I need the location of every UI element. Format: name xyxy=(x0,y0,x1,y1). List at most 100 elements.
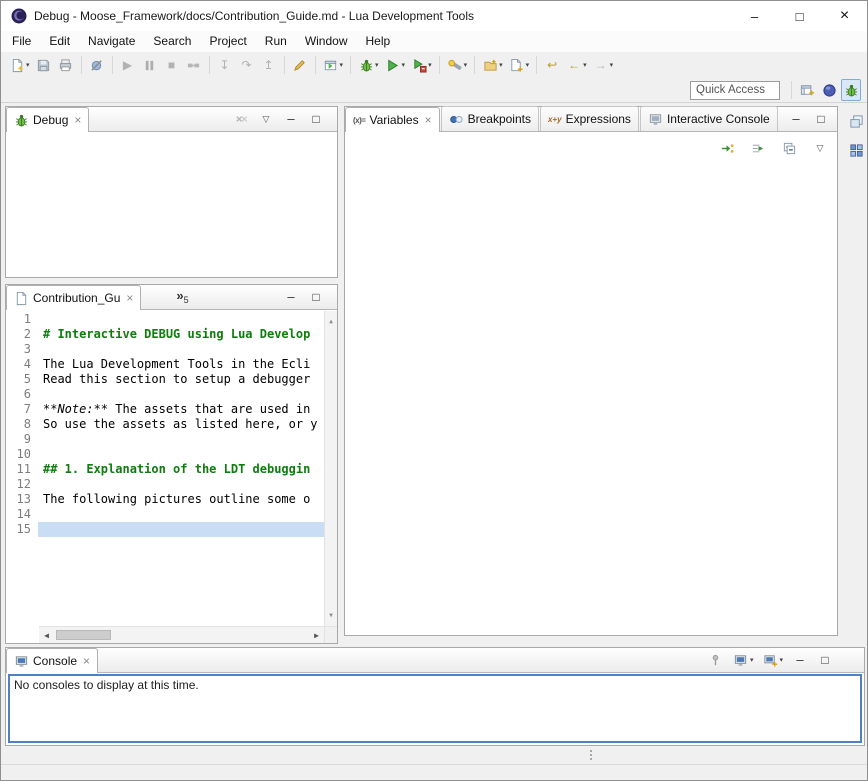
menu-search[interactable]: Search xyxy=(144,31,200,52)
scroll-down-icon[interactable]: ▼ xyxy=(329,605,333,626)
open-console-button[interactable]: ▾ xyxy=(760,649,785,671)
code-text[interactable] xyxy=(38,432,324,447)
print-button[interactable] xyxy=(56,54,76,76)
disconnect-button[interactable] xyxy=(184,54,204,76)
minimize-button[interactable]: – xyxy=(732,1,777,31)
last-edit-location-button[interactable]: ↩ xyxy=(542,54,562,76)
dropdown-arrow-icon[interactable]: ▾ xyxy=(464,61,468,69)
tab-interactive-console[interactable]: Interactive Console xyxy=(640,106,778,131)
dropdown-arrow-icon[interactable]: ▾ xyxy=(610,61,614,69)
menu-help[interactable]: Help xyxy=(357,31,400,52)
view-menu-button[interactable]: ▽ xyxy=(256,108,276,130)
tab-contribution-guide[interactable]: Contribution_Gu × xyxy=(6,285,141,310)
minimize-button[interactable]: – xyxy=(281,286,301,308)
skip-all-breakpoints-button[interactable] xyxy=(87,54,107,76)
step-return-button[interactable]: ↥ xyxy=(259,54,279,76)
code-text[interactable] xyxy=(38,387,324,402)
splitter-handle[interactable] xyxy=(590,750,592,760)
code-text[interactable]: # Interactive DEBUG using Lua Develop xyxy=(38,327,324,342)
lua-perspective-button[interactable] xyxy=(819,79,839,101)
dropdown-arrow-icon[interactable]: ▾ xyxy=(340,61,344,69)
code-editor[interactable]: 12# Interactive DEBUG using Lua Develop3… xyxy=(6,311,337,643)
new-lua-project-button[interactable]: ▾ xyxy=(480,54,505,76)
tab-variables[interactable]: (x)=Variables× xyxy=(345,107,440,132)
dropdown-arrow-icon[interactable]: ▾ xyxy=(26,61,30,69)
maximize-button[interactable]: □ xyxy=(306,286,326,308)
scroll-left-icon[interactable]: ◀ xyxy=(39,628,54,643)
vertical-scrollbar[interactable]: ▲ ▼ xyxy=(324,311,337,626)
tab-debug[interactable]: Debug × xyxy=(6,107,89,132)
forward-button[interactable]: →▾ xyxy=(591,54,616,76)
debug-button[interactable]: ▾ xyxy=(356,54,381,76)
show-logical-structure-button[interactable] xyxy=(717,137,737,159)
code-text[interactable]: ## 1. Explanation of the LDT debuggin xyxy=(38,462,324,477)
new-lua-file-button[interactable]: ▾ xyxy=(507,54,532,76)
code-text[interactable]: So use the assets as listed here, or y xyxy=(38,417,324,432)
code-text[interactable]: The following pictures outline some o xyxy=(38,492,324,507)
suspend-button[interactable] xyxy=(140,54,160,76)
code-text[interactable] xyxy=(38,477,324,492)
code-text[interactable]: The Lua Development Tools in the Ecli xyxy=(38,357,324,372)
maximize-button[interactable]: □ xyxy=(777,1,822,31)
collapse-all-button[interactable] xyxy=(779,137,799,159)
tab-console[interactable]: Console × xyxy=(6,648,98,673)
close-button[interactable]: × xyxy=(822,1,867,31)
launch-history-button[interactable]: ▾ xyxy=(321,54,346,76)
code-text[interactable] xyxy=(38,342,324,357)
hidden-tabs-indicator[interactable]: » 5 xyxy=(176,289,188,305)
scrollbar-thumb[interactable] xyxy=(56,630,111,640)
menu-file[interactable]: File xyxy=(3,31,40,52)
maximize-button[interactable]: □ xyxy=(811,108,831,130)
menu-project[interactable]: Project xyxy=(200,31,255,52)
pin-console-button[interactable] xyxy=(706,649,726,671)
minimize-button[interactable]: – xyxy=(790,649,810,671)
menu-edit[interactable]: Edit xyxy=(40,31,79,52)
save-button[interactable] xyxy=(34,54,54,76)
close-tab-icon[interactable]: × xyxy=(425,114,432,126)
search-button[interactable]: ▾ xyxy=(445,54,470,76)
external-tools-button[interactable]: ▾ xyxy=(409,54,434,76)
debug-perspective-button[interactable] xyxy=(841,79,861,101)
code-text[interactable] xyxy=(38,522,324,537)
close-tab-icon[interactable]: × xyxy=(83,655,90,667)
menu-navigate[interactable]: Navigate xyxy=(79,31,144,52)
run-button[interactable]: ▾ xyxy=(383,54,408,76)
open-perspective-button[interactable] xyxy=(797,79,817,101)
code-text[interactable]: Read this section to setup a debugger xyxy=(38,372,324,387)
scroll-right-icon[interactable]: ▶ xyxy=(309,628,324,643)
dropdown-arrow-icon[interactable]: ▾ xyxy=(428,61,432,69)
code-text[interactable] xyxy=(38,312,324,327)
show-type-names-button[interactable] xyxy=(748,137,768,159)
horizontal-scrollbar[interactable]: ◀ ▶ xyxy=(39,626,324,643)
code-text[interactable] xyxy=(38,507,324,522)
use-step-filters-button[interactable] xyxy=(290,54,310,76)
dropdown-arrow-icon[interactable]: ▾ xyxy=(499,61,503,69)
view-menu-button[interactable]: ▽ xyxy=(810,137,830,159)
new-wizard-button[interactable]: ▾ xyxy=(7,54,32,76)
maximize-button[interactable]: □ xyxy=(815,649,835,671)
quick-access-box[interactable]: Quick Access xyxy=(690,81,780,100)
dropdown-arrow-icon[interactable]: ▾ xyxy=(375,61,379,69)
close-tab-icon[interactable]: × xyxy=(126,292,133,304)
minimize-button[interactable]: – xyxy=(786,108,806,130)
menu-run[interactable]: Run xyxy=(256,31,296,52)
menu-window[interactable]: Window xyxy=(296,31,357,52)
minimize-button[interactable]: – xyxy=(281,108,301,130)
dropdown-arrow-icon[interactable]: ▾ xyxy=(779,656,783,664)
step-over-button[interactable]: ↷ xyxy=(237,54,257,76)
terminate-button[interactable]: ■ xyxy=(162,54,182,76)
dropdown-arrow-icon[interactable]: ▾ xyxy=(583,61,587,69)
resume-button[interactable]: ▶ xyxy=(118,54,138,76)
code-text[interactable] xyxy=(38,447,324,462)
dropdown-arrow-icon[interactable]: ▾ xyxy=(526,61,530,69)
scroll-up-icon[interactable]: ▲ xyxy=(329,311,333,332)
code-text[interactable]: **Note:** The assets that are used in xyxy=(38,402,324,417)
close-tab-icon[interactable]: × xyxy=(74,114,81,126)
minimized-view-button[interactable] xyxy=(846,139,866,161)
dropdown-arrow-icon[interactable]: ▾ xyxy=(402,61,406,69)
remove-all-terminated-button[interactable] xyxy=(231,108,251,130)
dropdown-arrow-icon[interactable]: ▾ xyxy=(750,656,754,664)
tab-expressions[interactable]: x+yExpressions xyxy=(540,106,639,131)
step-into-button[interactable]: ↧ xyxy=(215,54,235,76)
display-selected-console-button[interactable]: ▾ xyxy=(731,649,756,671)
